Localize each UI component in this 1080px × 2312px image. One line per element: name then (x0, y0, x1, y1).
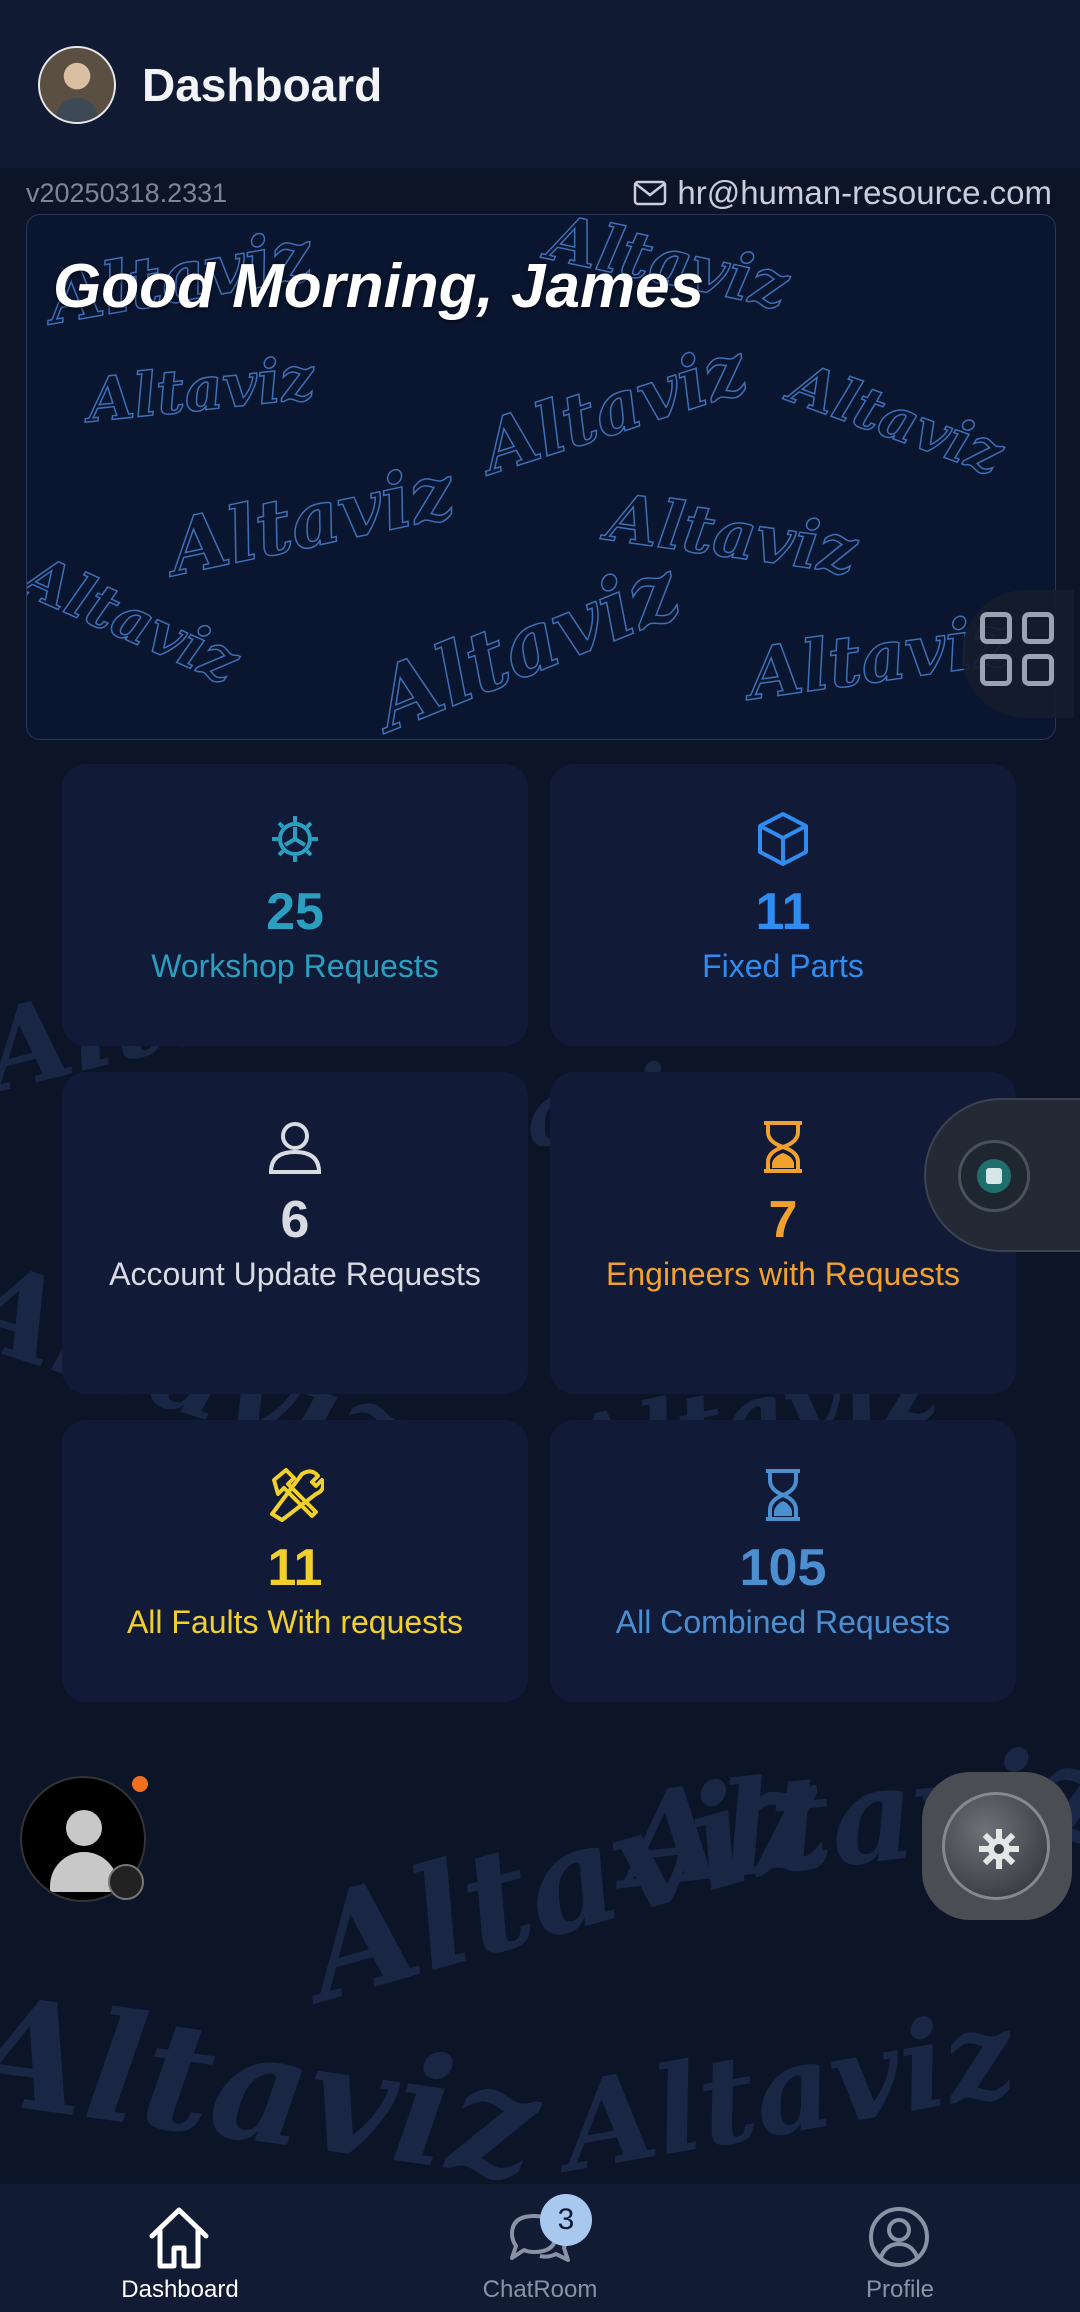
user-icon (266, 1118, 324, 1176)
card-all-faults-with-requests[interactable]: 11 All Faults With requests (62, 1420, 528, 1702)
chat-head-bubble[interactable] (20, 1776, 148, 1922)
calculator-icon (958, 1140, 1030, 1212)
mail-icon (634, 180, 667, 206)
tools-icon (266, 1466, 326, 1524)
card-account-update-requests[interactable]: 6 Account Update Requests (62, 1072, 528, 1394)
home-icon (149, 2207, 209, 2269)
chat-mini-icon (108, 1864, 144, 1900)
greeting-banner: Altaviz Altaviz Altaviz Altaviz Altaviz … (26, 214, 1056, 740)
hourglass-icon (754, 1466, 812, 1524)
avatar[interactable] (38, 46, 116, 124)
notification-dot (132, 1776, 148, 1792)
email-label: hr@human-resource.com (633, 174, 1052, 212)
nav-item-dashboard[interactable]: Dashboard (0, 2184, 360, 2312)
card-count: 7 (768, 1191, 798, 1249)
card-workshop-requests[interactable]: 25 Workshop Requests (62, 764, 528, 1046)
nav-label: Profile (865, 2276, 935, 2303)
chat-badge: 3 (540, 2194, 592, 2246)
floating-tool-button[interactable] (924, 1098, 1080, 1252)
card-label: Engineers with Requests (606, 1256, 960, 1292)
version-label: v20250318.2331 (26, 178, 228, 208)
nav-item-profile[interactable]: Profile (720, 2184, 1080, 2312)
card-label: All Faults With requests (126, 1604, 464, 1640)
hourglass-icon (754, 1118, 812, 1176)
profile-icon (869, 2207, 929, 2267)
email-text: hr@human-resource.com (677, 174, 1052, 211)
cube-icon (754, 810, 812, 868)
card-count: 11 (267, 1539, 323, 1597)
greeting-text: Good Morning, James (53, 252, 705, 321)
settings-button[interactable] (922, 1772, 1072, 1920)
gear-icon (266, 810, 324, 868)
page-title: Dashboard (142, 59, 383, 111)
card-count: 105 (739, 1539, 827, 1597)
top-bar: Dashboard (0, 0, 1080, 168)
card-count: 11 (755, 883, 811, 941)
person-icon (66, 1810, 102, 1846)
bottom-navigation: Dashboard ChatRoom Profile (0, 2184, 1080, 2312)
nav-label: Dashboard (121, 2276, 239, 2303)
card-label: Workshop Requests (151, 948, 439, 984)
card-label: Account Update Requests (109, 1256, 481, 1292)
card-all-combined-requests[interactable]: 105 All Combined Requests (550, 1420, 1016, 1702)
card-fixed-parts[interactable]: 11 Fixed Parts (550, 764, 1016, 1046)
card-label: All Combined Requests (615, 1604, 951, 1640)
card-count: 25 (266, 883, 324, 941)
gear-icon (979, 1829, 1019, 1869)
card-count: 6 (280, 1191, 310, 1249)
nav-item-chatroom[interactable]: ChatRoom (360, 2184, 720, 2312)
nav-label: ChatRoom (482, 2276, 598, 2303)
card-label: Fixed Parts (702, 948, 864, 984)
